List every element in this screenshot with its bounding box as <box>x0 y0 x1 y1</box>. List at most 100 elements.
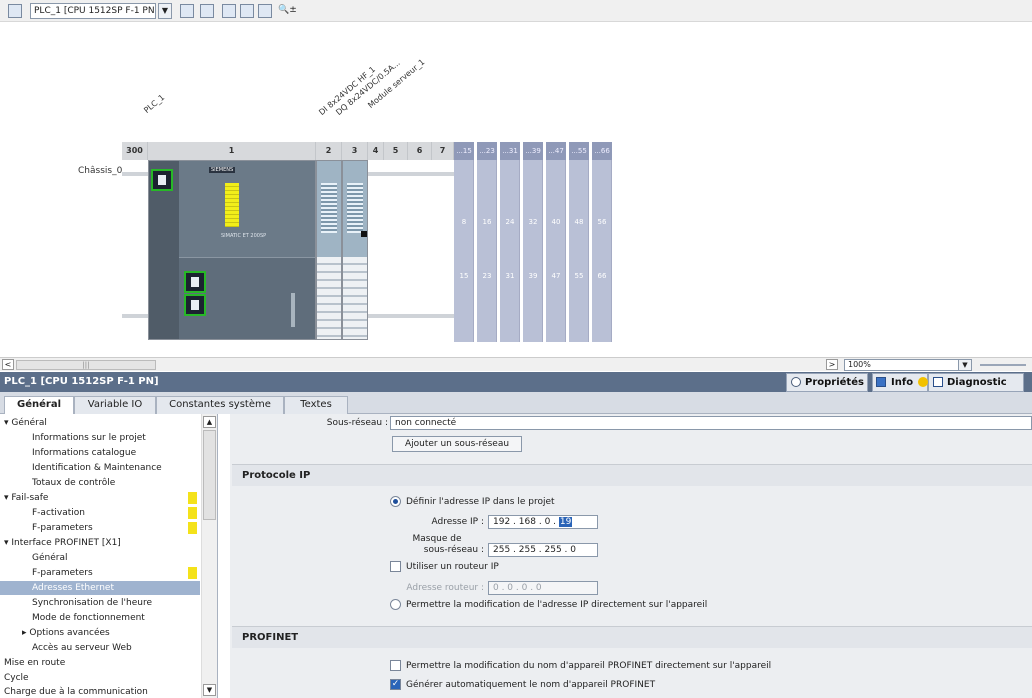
profinet-heading: PROFINET <box>232 626 1032 648</box>
ext-slot-start: 16 <box>482 218 492 226</box>
add-subnet-button[interactable]: Ajouter un sous-réseau <box>392 436 522 452</box>
extension-slot[interactable]: ...15 8 15 <box>454 142 474 342</box>
warning-flag-icon <box>188 567 197 579</box>
nav-item[interactable]: F-parameters <box>0 566 200 580</box>
chevron-right-icon[interactable]: > <box>826 359 838 370</box>
toolbar-paint-icon[interactable] <box>222 4 236 18</box>
profinet-name-modify-label: Permettre la modification du nom d'appar… <box>406 661 772 671</box>
zoom-slider[interactable] <box>980 364 1026 366</box>
zoom-icon[interactable]: 🔍± <box>278 5 297 15</box>
subnet-mask-field[interactable]: 255 . 255 . 255 . 0 <box>488 543 598 557</box>
ext-slot-start: 40 <box>551 218 561 226</box>
tab-texts[interactable]: Textes <box>284 396 348 414</box>
ext-slot-start: 8 <box>461 218 467 226</box>
cpu-module[interactable]: SIEMENS SIMATIC ET 200SP <box>148 160 316 340</box>
ext-slot-end: 23 <box>482 272 492 280</box>
ethernet-port-icon[interactable] <box>151 169 173 191</box>
router-address-field[interactable]: 0 . 0 . 0 . 0 <box>488 581 598 595</box>
ext-slot-range: ...23 <box>477 142 497 160</box>
chevron-down-icon[interactable]: ▼ <box>958 359 972 371</box>
subnet-label: Sous-réseau : <box>326 418 388 428</box>
slot-number: 2 <box>316 142 342 160</box>
scroll-thumb[interactable]: ||| <box>16 360 156 370</box>
magnifier-icon <box>791 377 801 387</box>
nav-item[interactable]: Charge due à la communication <box>0 685 200 698</box>
tab-system-constants[interactable]: Constantes système <box>156 396 284 414</box>
rack-rail <box>368 172 454 176</box>
profinet-name-auto-checkbox[interactable]: ✓ <box>390 679 401 690</box>
nav-item[interactable]: Général <box>0 551 200 565</box>
extension-slot[interactable]: ...66 56 66 <box>592 142 612 342</box>
di-terminal-block <box>317 257 341 339</box>
nav-item-selected[interactable]: Adresses Ethernet <box>0 581 200 595</box>
nav-item[interactable]: ▾ Fail-safe <box>0 491 200 505</box>
nav-item[interactable]: F-activation <box>0 506 200 520</box>
extension-slot[interactable]: ...55 48 55 <box>569 142 589 342</box>
toolbar-grid-icon[interactable] <box>180 4 194 18</box>
info-circle-icon <box>918 377 928 387</box>
cpu-model: SIMATIC ET 200SP <box>221 233 267 239</box>
slot-number: 5 <box>384 142 408 160</box>
define-ip-radio[interactable] <box>390 496 401 507</box>
chevron-down-icon[interactable]: ▼ <box>203 684 216 696</box>
scroll-thumb[interactable] <box>203 430 216 520</box>
ext-slot-range: ...66 <box>592 142 612 160</box>
cpu-brand: SIEMENS <box>209 167 236 173</box>
ext-slot-start: 56 <box>597 218 607 226</box>
extension-slot[interactable]: ...47 40 47 <box>546 142 566 342</box>
chassis-label: Châssis_0 <box>78 166 123 176</box>
nav-item[interactable]: Totaux de contrôle <box>0 476 200 490</box>
extension-slot[interactable]: ...31 24 31 <box>500 142 520 342</box>
toolbar-layout-icon[interactable] <box>240 4 254 18</box>
zoom-select[interactable]: 100% <box>844 359 972 371</box>
nav-item[interactable]: ▾ Interface PROFINET [X1] <box>0 536 200 550</box>
inspector-tabs: Général Variable IO Constantes système T… <box>0 392 1032 415</box>
chevron-up-icon[interactable]: ▲ <box>203 416 216 428</box>
slot-number: 4 <box>368 142 384 160</box>
warning-flag-icon <box>188 522 197 534</box>
warning-flag-icon <box>188 492 197 504</box>
toolbar-table-icon[interactable] <box>200 4 214 18</box>
ext-slot-end: 66 <box>597 272 607 280</box>
ext-slot-end: 55 <box>574 272 584 280</box>
extension-slot[interactable]: ...39 32 39 <box>523 142 543 342</box>
nav-item[interactable]: ▸ Options avancées <box>0 626 200 640</box>
chevron-left-icon[interactable]: < <box>2 359 14 370</box>
tab-general[interactable]: Général <box>4 396 74 415</box>
slot-number: 300 <box>122 142 148 160</box>
rack-rail <box>368 314 454 318</box>
subnet-field[interactable]: non connecté <box>390 416 1032 430</box>
device-view-canvas[interactable]: PLC_1 DI 8x24VDC HF_1 DQ 8x24VDC/0.5A...… <box>0 22 1032 357</box>
nav-scrollbar[interactable]: ▲ ▼ <box>201 414 217 698</box>
modify-ip-on-device-radio[interactable] <box>390 599 401 610</box>
di-module[interactable] <box>316 160 342 340</box>
ethernet-port-icon[interactable] <box>184 271 206 293</box>
toolbar-page-icon[interactable] <box>258 4 272 18</box>
chevron-down-icon[interactable]: ▼ <box>158 3 172 19</box>
ip-address-field[interactable]: 192 . 168 . 0 . 19 <box>488 515 598 529</box>
ethernet-port-icon[interactable] <box>184 294 206 316</box>
rack-rail <box>122 172 148 176</box>
ext-slot-start: 48 <box>574 218 584 226</box>
nav-item[interactable]: ▾ Général <box>0 416 200 430</box>
profinet-name-modify-checkbox[interactable] <box>390 660 401 671</box>
nav-item[interactable]: Informations sur le projet <box>0 431 200 445</box>
dq-module[interactable] <box>342 160 368 340</box>
tab-io-variables[interactable]: Variable IO <box>74 396 156 414</box>
device-select[interactable]: PLC_1 [CPU 1512SP F-1 PN] <box>30 3 156 19</box>
extension-slot[interactable]: ...23 16 23 <box>477 142 497 342</box>
nav-item[interactable]: Synchronisation de l'heure <box>0 596 200 610</box>
nav-item[interactable]: Accès au serveur Web <box>0 641 200 655</box>
nav-item[interactable]: Informations catalogue <box>0 446 200 460</box>
network-view-icon[interactable] <box>8 4 22 18</box>
nav-item[interactable]: Identification & Maintenance <box>0 461 200 475</box>
nav-item[interactable]: Cycle <box>0 671 200 685</box>
use-router-checkbox[interactable] <box>390 561 401 572</box>
nav-item[interactable]: Mise en route <box>0 656 200 670</box>
nav-item[interactable]: F-parameters <box>0 521 200 535</box>
define-ip-label: Définir l'adresse IP dans le projet <box>406 497 555 507</box>
diagnostic-icon <box>933 377 943 387</box>
info-icon <box>876 377 886 387</box>
device-view-toolbar: PLC_1 [CPU 1512SP F-1 PN] ▼ 🔍± <box>0 0 1032 22</box>
nav-item[interactable]: Mode de fonctionnement <box>0 611 200 625</box>
